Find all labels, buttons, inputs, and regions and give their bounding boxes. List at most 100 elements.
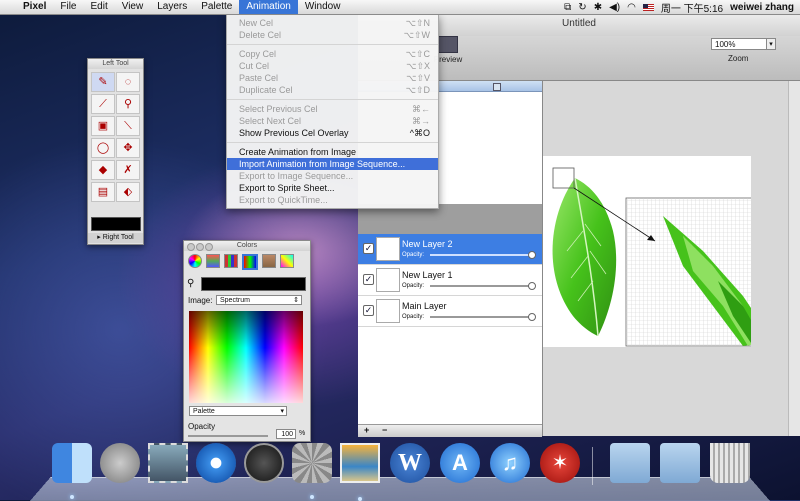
menu-file[interactable]: File xyxy=(53,0,83,14)
acrobat-icon[interactable]: ✶ xyxy=(540,443,580,483)
downloads-folder-icon[interactable] xyxy=(660,443,700,483)
crayons-icon[interactable] xyxy=(262,254,276,268)
clock[interactable]: 周一 下午5:16 xyxy=(661,0,723,15)
move-icon[interactable]: ✥ xyxy=(116,138,140,158)
menu-item-select-next-cel[interactable]: Select Next Cel ⌘→ xyxy=(227,115,438,127)
bucket-icon[interactable]: ◆ xyxy=(91,160,115,180)
spectrum-picker[interactable] xyxy=(189,311,303,403)
word-icon[interactable]: W xyxy=(390,443,430,483)
safari-icon[interactable] xyxy=(196,443,236,483)
layer-visibility-checkbox[interactable]: ✓ xyxy=(363,274,374,285)
right-tool-label[interactable]: ▸ Right Tool xyxy=(88,233,143,243)
timeline-frame-marker[interactable] xyxy=(493,83,501,91)
magic-wand-icon[interactable]: ⚲ xyxy=(116,94,140,114)
eraser-icon[interactable]: ✗ xyxy=(116,160,140,180)
menu-item-copy-cel[interactable]: Copy Cel ⌥⇧C xyxy=(227,48,438,60)
menu-app-name[interactable]: Pixel xyxy=(16,0,53,14)
layer-visibility-checkbox[interactable]: ✓ xyxy=(363,305,374,316)
remove-layer-button[interactable]: − xyxy=(382,425,387,435)
vertical-scrollbar[interactable] xyxy=(788,81,800,436)
eyedropper-icon[interactable]: ⟍ xyxy=(116,116,140,136)
zoom-select[interactable]: 100% xyxy=(711,38,771,50)
time-machine-icon[interactable]: ↻ xyxy=(578,2,586,13)
color-mode-tabs xyxy=(188,254,294,270)
menu-item-export-to-sprite-sheet[interactable]: Export to Sprite Sheet... xyxy=(227,182,438,194)
leaf-artwork xyxy=(552,167,751,347)
system-preferences-icon[interactable] xyxy=(292,443,332,499)
menu-view[interactable]: View xyxy=(115,0,151,14)
stamp-icon[interactable]: ▤ xyxy=(91,182,115,202)
layer-row[interactable]: ✓ New Layer 2 Opacity: xyxy=(358,234,542,265)
menu-item-delete-cel[interactable]: Delete Cel ⌥⇧W xyxy=(227,29,438,41)
palettes-icon[interactable] xyxy=(224,254,238,268)
left-tool-color-swatch[interactable] xyxy=(91,217,141,231)
finder-icon[interactable] xyxy=(52,443,92,499)
menu-animation[interactable]: Animation xyxy=(239,0,298,14)
sliders-icon[interactable] xyxy=(206,254,220,268)
bluetooth-icon[interactable]: ✱ xyxy=(594,2,602,13)
custom-palette-icon[interactable] xyxy=(280,254,294,268)
apple-menu-icon[interactable] xyxy=(0,0,16,14)
palette-select[interactable]: Palette ▾ xyxy=(189,406,287,416)
volume-icon[interactable]: ◀) xyxy=(609,2,620,13)
documents-folder-icon[interactable] xyxy=(610,443,650,483)
layer-opacity-slider[interactable] xyxy=(430,254,532,256)
opacity-label: Opacity xyxy=(188,422,216,431)
layer-opacity-knob[interactable] xyxy=(528,313,536,321)
screen-sharing-icon[interactable]: ⧉ xyxy=(564,2,571,13)
itunes-icon[interactable]: ♫ xyxy=(490,443,530,483)
add-layer-button[interactable]: + xyxy=(364,425,369,435)
layer-row[interactable]: ✓ New Layer 1 Opacity: xyxy=(358,265,542,296)
replace-color-icon[interactable]: ⬖ xyxy=(116,182,140,202)
select-ellipse-icon[interactable]: ◯ xyxy=(91,138,115,158)
minimize-icon[interactable] xyxy=(196,243,204,251)
layer-row[interactable]: ✓ Main Layer Opacity: xyxy=(358,296,542,327)
menu-item-import-animation-from-sequence[interactable]: Import Animation from Image Sequence... xyxy=(227,158,438,170)
user-name[interactable]: weiwei zhang xyxy=(730,2,794,13)
menu-item-cut-cel[interactable]: Cut Cel ⌥⇧X xyxy=(227,60,438,72)
brush-icon[interactable]: ⟋ xyxy=(91,94,115,114)
trash-icon[interactable] xyxy=(710,443,750,483)
canvas-area[interactable] xyxy=(543,81,800,436)
layer-visibility-checkbox[interactable]: ✓ xyxy=(363,243,374,254)
menu-palette[interactable]: Palette xyxy=(194,0,239,14)
layer-name: New Layer 1 xyxy=(402,270,453,280)
current-color-well[interactable] xyxy=(201,277,306,291)
menu-item-export-to-quicktime[interactable]: Export to QuickTime... xyxy=(227,194,438,206)
menu-window[interactable]: Window xyxy=(298,0,348,14)
layer-opacity-knob[interactable] xyxy=(528,251,536,259)
menu-item-export-to-image-sequence[interactable]: Export to Image Sequence... xyxy=(227,170,438,182)
wifi-icon[interactable]: ◠ xyxy=(627,2,636,13)
mail-stamp-icon[interactable] xyxy=(148,443,188,483)
image-select[interactable]: Spectrum ⇕ xyxy=(216,295,302,305)
iphoto-icon[interactable] xyxy=(340,443,380,501)
menu-item-new-cel[interactable]: New Cel ⌥⇧N xyxy=(227,17,438,29)
menu-item-create-animation-from-image[interactable]: Create Animation from Image xyxy=(227,146,438,158)
close-icon[interactable] xyxy=(187,243,195,251)
drawing-canvas[interactable] xyxy=(543,156,751,347)
running-indicator xyxy=(358,497,362,501)
opacity-unit: % xyxy=(299,430,306,437)
image-palettes-icon[interactable] xyxy=(242,254,258,270)
magnifier-icon[interactable]: ⚲ xyxy=(187,278,194,289)
menu-item-show-previous-cel-overlay[interactable]: Show Previous Cel Overlay ^⌘O xyxy=(227,127,438,139)
menu-item-select-previous-cel[interactable]: Select Previous Cel ⌘← xyxy=(227,103,438,115)
pencil-icon[interactable]: ✎ xyxy=(91,72,115,92)
zoom-icon[interactable] xyxy=(205,243,213,251)
layer-opacity-slider[interactable] xyxy=(430,285,532,287)
menu-item-duplicate-cel[interactable]: Duplicate Cel ⌥⇧D xyxy=(227,84,438,96)
menu-item-paste-cel[interactable]: Paste Cel ⌥⇧V xyxy=(227,72,438,84)
app-store-icon[interactable]: A xyxy=(440,443,480,483)
color-wheel-icon[interactable] xyxy=(188,254,202,268)
input-source-flag-icon[interactable] xyxy=(642,3,654,11)
menu-edit[interactable]: Edit xyxy=(83,0,114,14)
dashboard-icon[interactable] xyxy=(244,443,284,483)
lasso-icon[interactable]: ◌ xyxy=(116,72,140,92)
layer-opacity-slider[interactable] xyxy=(430,316,532,318)
layer-opacity-knob[interactable] xyxy=(528,282,536,290)
zoom-arrow-icon[interactable]: ▾ xyxy=(766,38,776,50)
menu-layers[interactable]: Layers xyxy=(150,0,194,14)
launchpad-icon[interactable] xyxy=(100,443,140,483)
select-rect-icon[interactable]: ▣ xyxy=(91,116,115,136)
running-indicator xyxy=(70,495,74,499)
